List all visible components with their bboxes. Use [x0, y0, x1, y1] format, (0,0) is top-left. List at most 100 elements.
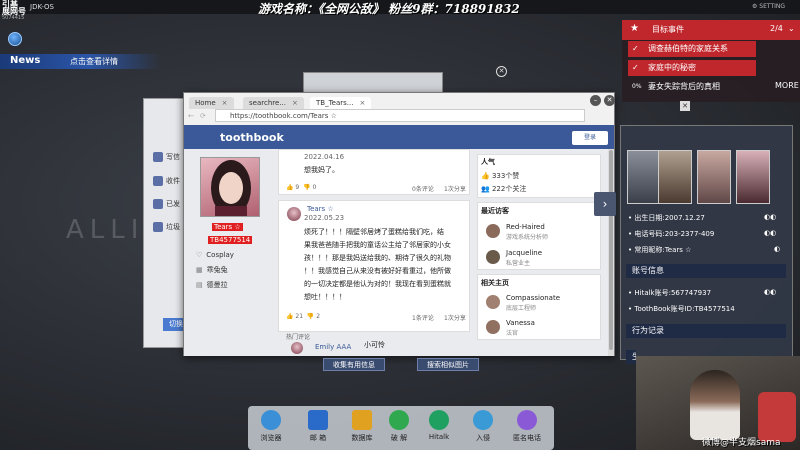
scroll-thumb[interactable] — [609, 150, 613, 350]
profile-avatar — [200, 157, 260, 217]
info-toothbook-account: • ToothBook账号ID:TB4577514 — [628, 305, 735, 313]
dock-database[interactable]: 数据库 — [342, 410, 382, 443]
os-sub-label: 5074415 — [2, 15, 25, 21]
post-text: 烦死了！！！隔壁邻居烤了蛋糕给我们吃，结 果我爸爸随手把我的童话公主给了邻居家的… — [304, 226, 451, 304]
comment-text: 小可怜 — [364, 341, 385, 349]
post-text: 想我妈了。 — [304, 166, 339, 174]
dock-intrude[interactable]: 入侵 — [463, 410, 503, 443]
dock-anonymous-call[interactable]: 匿名电话 — [507, 410, 547, 443]
like-icon[interactable]: 👍 — [286, 184, 293, 191]
post-text-line: ！！我感觉自己从来没有被好好看重过，他所做 — [304, 267, 451, 275]
task-progress: 0% — [632, 83, 642, 90]
post-text-line: 想吐！！！！ — [304, 293, 346, 301]
profile-info-location: ▤ 德曼拉 — [196, 281, 228, 289]
info-birth: • 出生日期:2007.12.27 — [628, 214, 705, 222]
close-icon[interactable]: ✕ — [680, 101, 690, 111]
globe-icon[interactable] — [8, 32, 22, 46]
post-shares[interactable]: 1次分享 — [444, 184, 466, 193]
chevron-down-icon[interactable]: ⌄ — [788, 24, 795, 33]
toggle-icon[interactable]: ◐◐ — [764, 229, 776, 237]
panel-toggle-button[interactable]: › — [594, 192, 616, 216]
post-text-line: 烦死了！！！隔壁邻居烤了蛋糕给我们吃，结 — [304, 228, 444, 236]
toggle-icon[interactable]: ◐◐ — [764, 213, 776, 221]
hook-icon — [473, 410, 493, 430]
close-icon[interactable]: ✕ — [604, 95, 615, 106]
close-tab-icon[interactable]: × — [359, 99, 365, 107]
profile-name: Tears ☆ — [212, 223, 243, 231]
address-bar[interactable]: https://toothbook.com/Tears ☆ — [215, 109, 585, 122]
related-role: 法官 — [506, 330, 519, 337]
back-arrow-icon[interactable]: ← — [188, 112, 194, 120]
profile-info-cosplay: ♡ Cosplay — [196, 251, 234, 259]
news-details-link[interactable]: 点击查看详情 — [70, 56, 118, 67]
search-similar-images-button[interactable]: 搜索相似图片 — [417, 358, 479, 371]
task-item[interactable]: ✓ 家庭中的秘密 — [628, 60, 756, 76]
dislike-icon[interactable]: 👎 — [303, 184, 310, 191]
related-avatar — [486, 295, 500, 309]
tab-home[interactable]: Home × — [189, 97, 234, 109]
os-name: JDK-OS — [30, 3, 54, 11]
minimize-icon[interactable]: – — [590, 95, 601, 106]
post-stats: 👍 9 👎 0 — [286, 184, 317, 191]
related-avatar — [486, 320, 500, 334]
info-nickname: • 常用昵称:Tears ☆ — [628, 246, 692, 254]
info-phone: • 电话号码:203-2377-409 — [628, 230, 715, 238]
post-author[interactable]: Tears ☆ — [307, 205, 334, 213]
tab-search[interactable]: searchre... × — [243, 97, 304, 109]
tasks-title: 目标事件 — [652, 25, 684, 34]
webcam-person — [690, 370, 740, 440]
close-tab-icon[interactable]: × — [222, 99, 228, 107]
dock-crack[interactable]: 破 解 — [379, 410, 419, 443]
toggle-icon[interactable]: ◐ — [774, 245, 780, 253]
thumbs-up-icon: 👍 — [481, 172, 492, 180]
send-icon — [153, 199, 163, 209]
toggle-icon[interactable]: ◐◐ — [764, 288, 776, 296]
post-date: 2022.05.23 — [304, 214, 345, 222]
comment-author[interactable]: Emily AAA — [315, 343, 351, 351]
heart-icon: ♡ — [196, 251, 203, 259]
inbox-icon — [153, 176, 163, 186]
dock-hitalk[interactable]: Hitalk — [419, 410, 459, 441]
related-title: 相关主页 — [481, 279, 509, 287]
dock-browser[interactable]: 浏览器 — [251, 410, 291, 443]
post-avatar — [287, 207, 301, 221]
suspect-portrait[interactable] — [697, 150, 731, 204]
suspect-portrait[interactable] — [736, 150, 770, 204]
post-comments[interactable]: 0条评论 — [412, 184, 434, 193]
close-tab-icon[interactable]: × — [292, 99, 298, 107]
more-button[interactable]: MORE — [775, 81, 799, 90]
background-ghost-text: ALLI — [66, 215, 145, 245]
login-button[interactable]: 登录 — [572, 131, 608, 145]
visitor-name[interactable]: Jacqueline — [506, 249, 542, 257]
setting-button[interactable]: ⚙ SETTING — [752, 3, 785, 10]
like-icon[interactable]: 👍 — [286, 313, 293, 320]
post-text-line: 孩！！！那是我妈送给我的、期待了很久的礼物 — [304, 254, 451, 262]
suspect-portrait[interactable] — [658, 150, 692, 204]
tab-profile[interactable]: TB_Tears... × — [310, 97, 372, 109]
post-stats: 👍 21 👎 2 — [286, 313, 321, 320]
news-label: News — [10, 55, 41, 66]
document-icon: ▤ — [196, 281, 203, 289]
dock-mail[interactable]: 邮 箱 — [298, 410, 338, 443]
related-role: 底层工程师 — [506, 305, 537, 312]
suspect-portrait[interactable] — [627, 150, 661, 204]
post-text-line: 果我爸爸随手把我的童话公主给了邻居家的小女 — [304, 241, 451, 249]
dislike-icon[interactable]: 👎 — [307, 313, 314, 320]
task-item[interactable]: 0% 妻女失踪背后的真相 — [628, 79, 720, 95]
post-shares[interactable]: 1次分享 — [444, 313, 466, 322]
shield-icon — [389, 410, 409, 430]
related-name[interactable]: Vanessa — [506, 319, 535, 327]
visitors-title: 最近访客 — [481, 207, 509, 215]
refresh-icon[interactable]: ⟳ — [200, 112, 206, 120]
mail-icon — [308, 410, 328, 430]
visitor-name[interactable]: Red-Haired — [506, 223, 545, 231]
task-item[interactable]: ✓ 调查赫伯特的家庭关系 — [628, 41, 756, 57]
site-logo[interactable]: toothbook — [220, 131, 284, 144]
collect-info-button[interactable]: 收集有用信息 — [323, 358, 385, 371]
close-icon[interactable]: ✕ — [496, 66, 507, 77]
post-comments[interactable]: 1条评论 — [412, 313, 434, 322]
related-name[interactable]: Compassionate — [506, 294, 560, 302]
post-date: 2022.04.16 — [304, 153, 345, 161]
hot-comment-label: 热门评论 — [286, 334, 311, 341]
trash-icon — [153, 222, 163, 232]
